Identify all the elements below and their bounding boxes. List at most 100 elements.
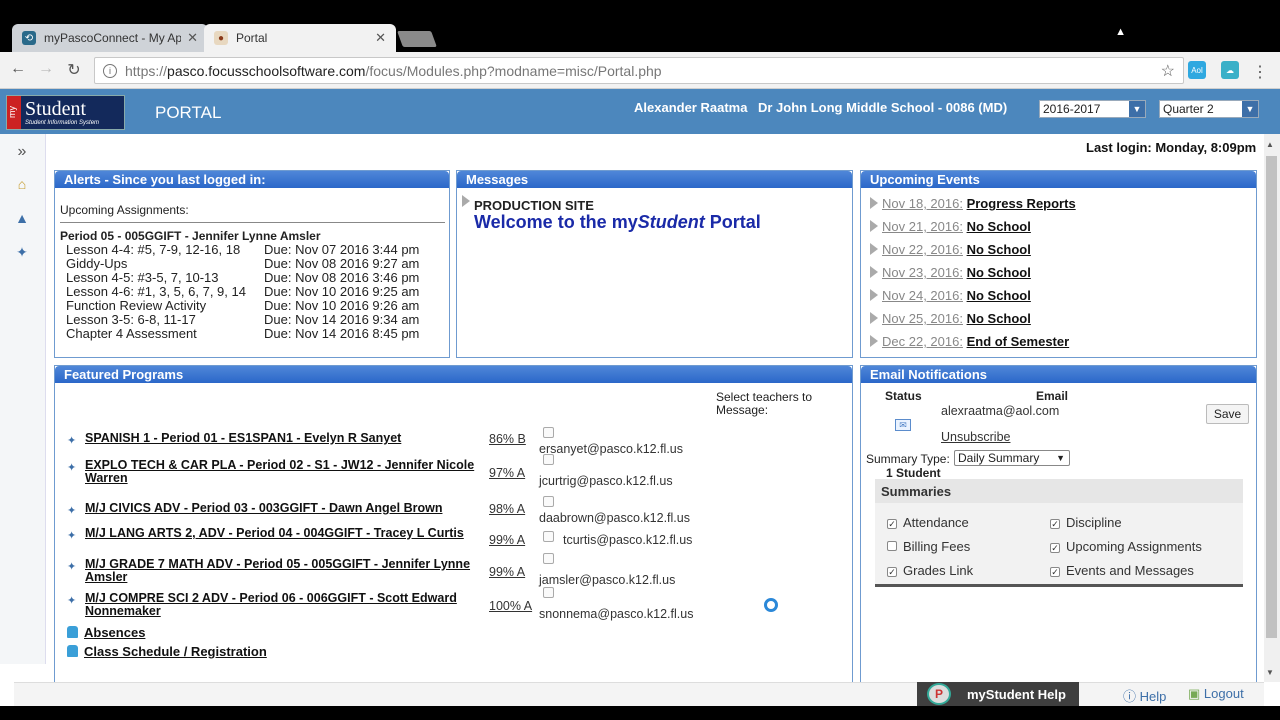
checkbox-checked[interactable]: ✓ (1050, 519, 1060, 529)
checkbox-checked[interactable]: ✓ (887, 519, 897, 529)
program-grade[interactable]: 100% A (489, 599, 532, 613)
mystudent-logo[interactable]: my Student Student Information System (6, 95, 125, 130)
event-item[interactable]: Nov 24, 2016: No School (882, 288, 1031, 303)
program-grade[interactable]: 97% A (489, 466, 525, 480)
close-tab-icon[interactable]: ✕ (375, 30, 386, 46)
program-grade[interactable]: 98% A (489, 502, 525, 516)
checkbox-checked[interactable]: ✓ (887, 567, 897, 577)
back-icon[interactable]: ← (8, 60, 28, 78)
summary-option[interactable]: ✓ Upcoming Assignments (1050, 539, 1202, 554)
address-bar[interactable]: i https://pasco.focusschoolsoftware.com /… (94, 57, 1184, 84)
year-select[interactable]: 2016-2017 ▼ (1039, 100, 1146, 118)
expand-triangle-icon[interactable] (870, 197, 878, 209)
summary-option[interactable]: ✓ Events and Messages (1050, 563, 1194, 578)
mystudent-help-button[interactable]: P myStudent Help (917, 682, 1079, 706)
teacher-checkbox[interactable] (543, 496, 554, 507)
summary-option[interactable]: ✓ Grades Link (887, 563, 973, 578)
email-notifications-title: Email Notifications (861, 366, 1256, 383)
summary-type-select[interactable]: Daily Summary ▼ (954, 450, 1070, 466)
event-item[interactable]: Nov 23, 2016: No School (882, 265, 1031, 280)
puzzle-icon: ✦ (67, 595, 77, 607)
last-login: Last login: Monday, 8:09pm (1086, 140, 1257, 155)
pascoconnect-icon: ⟲ (22, 31, 36, 45)
program-link[interactable]: M/J GRADE 7 MATH ADV - Period 05 - 005GG… (85, 558, 475, 584)
teacher-checkbox[interactable] (543, 427, 554, 438)
bookmark-star-icon[interactable]: ☆ (1161, 61, 1175, 81)
logout-link[interactable]: ▣ Logout (1188, 686, 1244, 702)
reload-icon[interactable]: ↻ (64, 60, 84, 80)
expand-triangle-icon[interactable] (462, 195, 470, 207)
new-tab-button[interactable] (397, 31, 437, 47)
assignment-name: Function Review Activity (66, 298, 207, 313)
program-grade[interactable]: 99% A (489, 533, 525, 547)
home-icon[interactable]: ⌂ (12, 174, 32, 194)
expand-triangle-icon[interactable] (870, 335, 878, 347)
checkbox-checked[interactable]: ✓ (1050, 543, 1060, 553)
event-name: Progress Reports (966, 196, 1076, 211)
event-item[interactable]: Nov 25, 2016: No School (882, 311, 1031, 326)
event-item[interactable]: Dec 22, 2016: End of Semester (882, 334, 1069, 349)
absences-link[interactable]: Absences (67, 625, 145, 640)
scroll-down-icon[interactable]: ▼ (1266, 668, 1274, 677)
teacher-email: ersanyet@pasco.k12.fl.us (539, 442, 684, 456)
focus-icon: ● (214, 31, 228, 45)
expand-triangle-icon[interactable] (870, 289, 878, 301)
program-link[interactable]: SPANISH 1 - Period 01 - ES1SPAN1 - Evely… (85, 432, 475, 445)
assignment-row: Chapter 4 Assessment Due: Nov 14 2016 8:4… (66, 326, 446, 341)
event-item[interactable]: Nov 22, 2016: No School (882, 242, 1031, 257)
site-info-icon[interactable]: i (103, 63, 117, 78)
teacher-checkbox[interactable] (543, 531, 554, 542)
event-item[interactable]: Nov 18, 2016: Progress Reports (882, 196, 1076, 211)
assignment-name: Chapter 4 Assessment (66, 326, 197, 341)
program-grade[interactable]: 86% B (489, 432, 526, 446)
checkbox-unchecked[interactable] (887, 541, 897, 551)
scrollbar-thumb[interactable] (1266, 156, 1277, 638)
forward-icon[interactable]: → (36, 60, 56, 78)
welcome-text-end: Portal (704, 212, 761, 232)
expand-triangle-icon[interactable] (870, 312, 878, 324)
cloud-extension-icon[interactable]: ☁ (1221, 61, 1239, 79)
quarter-select[interactable]: Quarter 2 ▼ (1159, 100, 1259, 118)
program-link[interactable]: M/J COMPRE SCI 2 ADV - Period 06 - 006GG… (85, 592, 475, 618)
unsubscribe-link[interactable]: Unsubscribe (941, 430, 1010, 444)
select-teachers-label: Select teachers to Message: (716, 390, 813, 417)
assignment-due: Due: Nov 14 2016 9:34 am (264, 312, 420, 327)
teacher-checkbox[interactable] (543, 587, 554, 598)
browser-tab-pascoconnect[interactable]: ⟲ myPascoConnect - My Ap ✕ (12, 24, 208, 52)
teacher-checkbox[interactable] (543, 454, 554, 465)
event-item[interactable]: Nov 21, 2016: No School (882, 219, 1031, 234)
summary-option[interactable]: Billing Fees (887, 539, 970, 554)
expand-triangle-icon[interactable] (870, 243, 878, 255)
puzzle-icon[interactable]: ✦ (12, 242, 32, 262)
summary-option[interactable]: ✓ Discipline (1050, 515, 1122, 530)
teacher-checkbox[interactable] (543, 553, 554, 564)
event-date: Nov 22, 2016: (882, 242, 963, 257)
student-icon[interactable]: ▲ (12, 208, 32, 228)
program-link[interactable]: EXPLO TECH & CAR PLA - Period 02 - S1 - … (85, 459, 475, 485)
event-date: Nov 23, 2016: (882, 265, 963, 280)
program-link[interactable]: M/J CIVICS ADV - Period 03 - 003GGIFT - … (85, 502, 475, 515)
class-schedule-link[interactable]: Class Schedule / Registration (67, 644, 267, 659)
scroll-up-icon[interactable]: ▲ (1266, 140, 1274, 149)
close-tab-icon[interactable]: ✕ (187, 30, 198, 46)
student-icon (67, 626, 78, 638)
browser-tab-portal[interactable]: ● Portal ✕ (204, 24, 396, 52)
welcome-text: Welcome to the my (474, 212, 638, 232)
profile-icon[interactable]: ▲ (1115, 26, 1126, 38)
aol-extension-icon[interactable]: Aol (1188, 61, 1206, 79)
summary-option[interactable]: ✓ Attendance (887, 515, 969, 530)
expand-triangle-icon[interactable] (870, 220, 878, 232)
help-link[interactable]: ⓘ Help (1123, 686, 1166, 705)
save-button[interactable]: Save (1206, 404, 1249, 424)
menu-kebab-icon[interactable]: ⋮ (1252, 62, 1268, 82)
event-name: No School (966, 265, 1031, 280)
email-header: Email (1036, 389, 1069, 403)
summary-type-value: Daily Summary (958, 451, 1040, 465)
checkbox-checked[interactable]: ✓ (1050, 567, 1060, 577)
assignment-name: Giddy-Ups (66, 256, 128, 271)
help-icon: ⓘ (1123, 689, 1137, 704)
program-link[interactable]: M/J LANG ARTS 2, ADV - Period 04 - 004GG… (85, 527, 475, 540)
program-grade[interactable]: 99% A (489, 565, 525, 579)
expand-triangle-icon[interactable] (870, 266, 878, 278)
expand-menu-icon[interactable]: » (12, 142, 32, 162)
